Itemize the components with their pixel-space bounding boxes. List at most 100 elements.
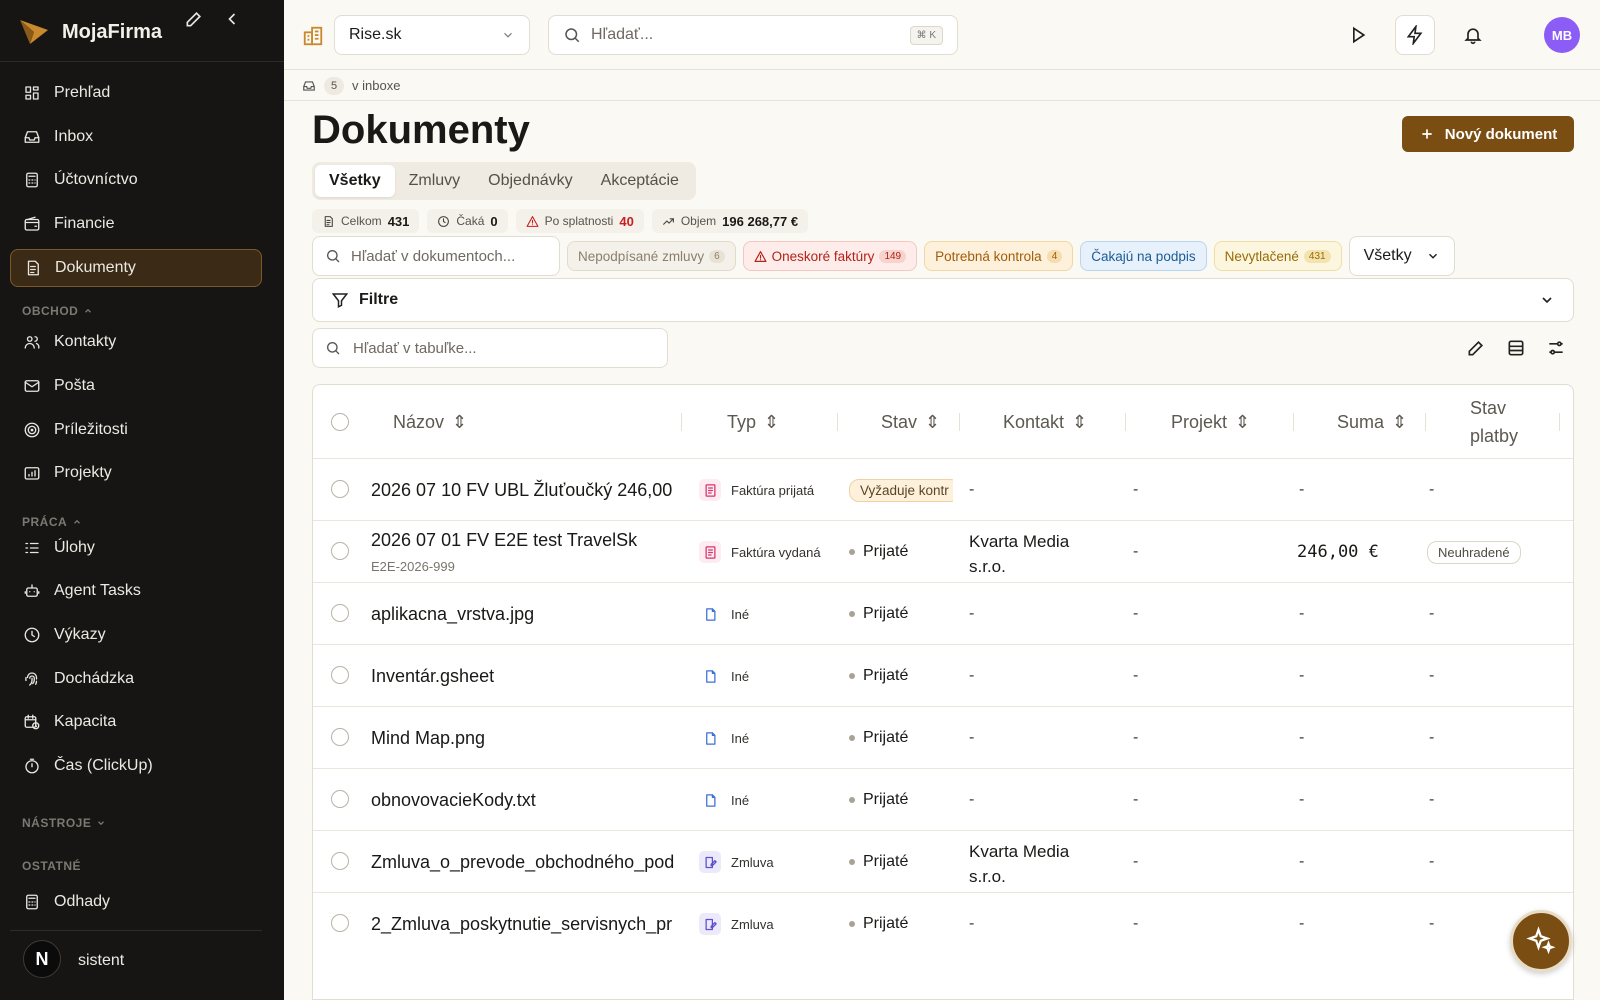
document-name[interactable]: Mind Map.png — [371, 707, 685, 769]
row-checkbox[interactable] — [331, 728, 349, 746]
document-status: Prijaté — [849, 521, 953, 583]
table-search-input[interactable]: Hľadať v tabuľke... — [312, 328, 668, 368]
row-checkbox[interactable] — [331, 914, 349, 932]
column-separator[interactable] — [959, 413, 960, 431]
table-row[interactable]: Zmluva_o_prevode_obchodného_pod Zmluva Pri… — [313, 830, 1573, 893]
sidebar-item--lohy[interactable]: Úlohy — [10, 529, 262, 567]
tab-zmluvy[interactable]: Zmluvy — [395, 165, 475, 197]
project-name: - — [1133, 605, 1139, 622]
column-header-name[interactable]: Názov ⇕ — [393, 385, 467, 459]
sidebar-item-kontakty[interactable]: Kontakty — [10, 323, 262, 361]
column-header-sum[interactable]: Suma ⇕ — [1337, 385, 1407, 459]
workspace-select[interactable]: Rise.sk — [334, 15, 530, 55]
column-header-type[interactable]: Typ ⇕ — [727, 385, 779, 459]
column-separator[interactable] — [1125, 413, 1126, 431]
quick-actions-button[interactable] — [1395, 15, 1435, 55]
column-header-status[interactable]: Stav ⇕ — [881, 385, 940, 459]
pencil-icon[interactable] — [184, 9, 204, 29]
table-row[interactable]: aplikacna_vrstva.jpg Iné Prijaté - - - - — [313, 582, 1573, 645]
table-row[interactable]: Mind Map.png Iné Prijaté - - - - — [313, 706, 1573, 769]
document-status: Prijaté — [849, 893, 953, 955]
column-separator[interactable] — [837, 413, 838, 431]
sidebar-item-v-kazy[interactable]: Výkazy — [10, 616, 262, 654]
document-payment-status: - — [1429, 459, 1434, 521]
filters-toggle[interactable]: Filtre — [312, 278, 1574, 322]
filter-chip[interactable]: Nevytlačené 431 — [1213, 241, 1342, 271]
filter-chip[interactable]: Čakajú na podpis — [1080, 241, 1207, 271]
column-header-project[interactable]: Projekt ⇕ — [1171, 385, 1250, 459]
target-icon — [24, 422, 40, 438]
pencil-icon[interactable] — [1466, 338, 1486, 358]
column-header-payment[interactable]: Stav platby — [1470, 385, 1518, 459]
column-separator[interactable] — [1425, 413, 1426, 431]
document-name[interactable]: Inventár.gsheet — [371, 645, 685, 707]
projects-icon — [24, 467, 40, 480]
document-name[interactable]: aplikacna_vrstva.jpg — [371, 583, 685, 645]
settings-sliders-icon[interactable] — [1546, 338, 1566, 358]
inbox-bar[interactable]: 5 v inboxe — [284, 71, 1600, 101]
select-all-checkbox[interactable] — [331, 413, 349, 431]
column-separator[interactable] — [681, 413, 682, 431]
play-button[interactable] — [1338, 15, 1378, 55]
row-checkbox[interactable] — [331, 604, 349, 622]
sidebar-item-odhady[interactable]: Odhady — [10, 883, 262, 921]
sidebar-item-financie[interactable]: Financie — [10, 205, 262, 243]
page-title: Dokumenty — [312, 108, 530, 152]
sidebar-item--as-clickup-[interactable]: Čas (ClickUp) — [10, 747, 262, 785]
filter-chip[interactable]: Oneskoré faktúry 149 — [742, 241, 918, 271]
chevron-left-icon[interactable] — [222, 9, 242, 29]
sidebar-item-po-ta[interactable]: Pošta — [10, 367, 262, 405]
all-select[interactable]: Všetky — [1348, 236, 1455, 276]
filter-chip[interactable]: Potrebná kontrola 4 — [924, 241, 1074, 271]
row-checkbox[interactable] — [331, 666, 349, 684]
sidebar-item-doch-dzka[interactable]: Dochádzka — [10, 660, 262, 698]
tab-všetky[interactable]: Všetky — [315, 165, 395, 197]
sidebar-item--tovn-ctvo[interactable]: Účtovníctvo — [10, 161, 262, 199]
tab-objednávky[interactable]: Objednávky — [474, 165, 587, 197]
n-badge[interactable]: N — [23, 940, 61, 978]
document-name[interactable]: obnovovacieKody.txt — [371, 769, 685, 831]
document-icon — [324, 215, 333, 227]
section-nastroje[interactable]: NÁSTROJE — [22, 816, 106, 830]
column-separator[interactable] — [1293, 413, 1294, 431]
column-separator[interactable] — [1559, 413, 1560, 431]
document-contact[interactable]: Kvarta Media s.r.o. — [969, 529, 1109, 575]
notifications-button[interactable] — [1453, 15, 1493, 55]
document-name[interactable]: Zmluva_o_prevode_obchodného_pod — [371, 831, 685, 893]
global-search[interactable]: Hľadať... ⌘ K — [548, 15, 958, 55]
ai-assistant-button[interactable] — [1510, 910, 1572, 972]
document-name[interactable]: 2026 07 10 FV UBL Žluťoučký 246,00 — [371, 459, 685, 521]
section-praca[interactable]: PRÁCA — [22, 515, 82, 529]
filter-chip[interactable]: Nepodpísané zmluvy 6 — [567, 241, 736, 271]
sidebar-item-agent-tasks[interactable]: Agent Tasks — [10, 572, 262, 610]
document-name[interactable]: 2_Zmluva_poskytnutie_servisnych_pr — [371, 893, 685, 955]
sidebar-item-preh-ad[interactable]: Prehľad — [10, 74, 262, 112]
row-checkbox[interactable] — [331, 852, 349, 870]
table-row[interactable]: 2026 07 01 FV E2E test TravelSk E2E-2026-… — [313, 520, 1573, 583]
tab-akceptácie[interactable]: Akceptácie — [587, 165, 693, 197]
columns-icon[interactable] — [1506, 338, 1526, 358]
bell-icon — [1464, 28, 1482, 45]
column-header-contact[interactable]: Kontakt ⇕ — [1003, 385, 1087, 459]
document-title: Inventár.gsheet — [371, 665, 495, 686]
sidebar-item-kapacita[interactable]: Kapacita — [10, 703, 262, 741]
sidebar-item-inbox[interactable]: Inbox — [10, 118, 262, 156]
sidebar-item-pr-le-itosti[interactable]: Príležitosti — [10, 411, 262, 449]
sidebar-item-projekty[interactable]: Projekty — [10, 454, 262, 492]
table-row[interactable]: Inventár.gsheet Iné Prijaté - - - - — [313, 644, 1573, 707]
section-obchod[interactable]: OBCHOD — [22, 304, 93, 318]
row-checkbox[interactable] — [331, 790, 349, 808]
table-row[interactable]: 2_Zmluva_poskytnutie_servisnych_pr Zmluva… — [313, 892, 1573, 955]
document-contact[interactable]: Kvarta Media s.r.o. — [969, 839, 1109, 885]
quick-filter-chips: Nepodpísané zmluvy 6 Oneskoré faktúry 149 Po… — [567, 241, 1342, 271]
document-sum: - — [1299, 893, 1304, 955]
sidebar-item-dokumenty[interactable]: Dokumenty — [10, 249, 262, 287]
table-row[interactable]: 2026 07 10 FV UBL Žluťoučký 246,00 Faktúr… — [313, 458, 1573, 521]
table-row[interactable]: obnovovacieKody.txt Iné Prijaté - - - - — [313, 768, 1573, 831]
row-checkbox[interactable] — [331, 480, 349, 498]
avatar[interactable]: MB — [1544, 17, 1580, 53]
row-checkbox[interactable] — [331, 542, 349, 560]
new-document-button[interactable]: Nový dokument — [1402, 116, 1574, 152]
document-search-input[interactable]: Hľadať v dokumentoch... — [312, 236, 560, 276]
document-name[interactable]: 2026 07 01 FV E2E test TravelSk E2E-2026-… — [371, 527, 685, 577]
